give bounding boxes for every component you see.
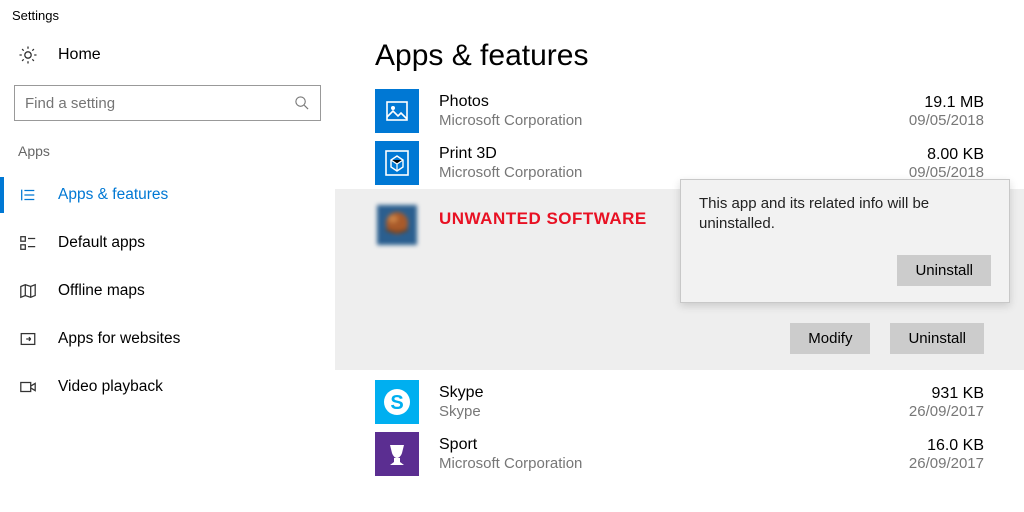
home-nav[interactable]: Home bbox=[0, 45, 335, 85]
uninstall-flyout: This app and its related info will be un… bbox=[680, 179, 1010, 303]
nav-default-apps[interactable]: Default apps bbox=[0, 219, 335, 267]
flyout-message: This app and its related info will be un… bbox=[699, 194, 991, 235]
app-name: Print 3D bbox=[439, 144, 909, 164]
app-text: Photos Microsoft Corporation bbox=[439, 92, 909, 131]
app-meta: 8.00 KB 09/05/2018 bbox=[909, 146, 1004, 181]
section-label: Apps bbox=[0, 143, 335, 171]
nav-apps-features[interactable]: Apps & features bbox=[0, 171, 335, 219]
app-publisher: Skype bbox=[439, 403, 909, 422]
map-icon bbox=[18, 281, 38, 301]
action-row: Modify Uninstall bbox=[375, 323, 1004, 354]
uninstall-button[interactable]: Uninstall bbox=[890, 323, 984, 354]
search-input[interactable] bbox=[25, 95, 294, 112]
app-name: Photos bbox=[439, 92, 909, 112]
content-area: Home Apps Apps & features bbox=[0, 31, 1024, 480]
home-label: Home bbox=[58, 46, 101, 64]
list-icon bbox=[18, 185, 38, 205]
video-icon bbox=[18, 377, 38, 397]
app-publisher: Microsoft Corporation bbox=[439, 455, 909, 474]
app-publisher: Microsoft Corporation bbox=[439, 112, 909, 131]
app-size: 16.0 KB bbox=[909, 437, 984, 455]
app-size: 931 KB bbox=[909, 385, 984, 403]
app-date: 09/05/2018 bbox=[909, 164, 984, 181]
modify-button[interactable]: Modify bbox=[790, 323, 870, 354]
sport-icon bbox=[375, 432, 419, 476]
gear-icon bbox=[18, 45, 38, 65]
app-meta: 16.0 KB 26/09/2017 bbox=[909, 437, 1004, 472]
app-text: Print 3D Microsoft Corporation bbox=[439, 144, 909, 183]
app-name: Skype bbox=[439, 383, 909, 403]
search-icon bbox=[294, 95, 310, 111]
print3d-icon bbox=[375, 141, 419, 185]
app-date: 26/09/2017 bbox=[909, 403, 984, 420]
nav-label: Apps & features bbox=[58, 186, 168, 204]
svg-text:S: S bbox=[390, 392, 403, 414]
app-date: 09/05/2018 bbox=[909, 112, 984, 129]
nav-label: Apps for websites bbox=[58, 330, 180, 348]
page-title: Apps & features bbox=[375, 39, 1004, 73]
sidebar: Home Apps Apps & features bbox=[0, 31, 335, 480]
app-name: Sport bbox=[439, 435, 909, 455]
skype-icon: S bbox=[375, 380, 419, 424]
nav-apps-websites[interactable]: Apps for websites bbox=[0, 315, 335, 363]
app-text: Sport Microsoft Corporation bbox=[439, 435, 909, 474]
app-meta: 19.1 MB 09/05/2018 bbox=[909, 94, 1004, 129]
nav-offline-maps[interactable]: Offline maps bbox=[0, 267, 335, 315]
app-size: 19.1 MB bbox=[909, 94, 984, 112]
search-container bbox=[14, 85, 321, 121]
search-box[interactable] bbox=[14, 85, 321, 121]
main-panel: Apps & features Photos Microsoft Corpora… bbox=[335, 31, 1024, 480]
flyout-uninstall-button[interactable]: Uninstall bbox=[897, 255, 991, 286]
nav-label: Default apps bbox=[58, 234, 145, 252]
app-row-sport[interactable]: Sport Microsoft Corporation 16.0 KB 26/0… bbox=[375, 428, 1004, 480]
app-date: 26/09/2017 bbox=[909, 455, 984, 472]
app-row-skype[interactable]: S Skype Skype 931 KB 26/09/2017 bbox=[375, 376, 1004, 428]
unwanted-app-icon bbox=[375, 203, 419, 247]
nav-label: Offline maps bbox=[58, 282, 145, 300]
window-title: Settings bbox=[0, 0, 1024, 31]
photos-icon bbox=[375, 89, 419, 133]
nav-label: Video playback bbox=[58, 378, 163, 396]
app-row-photos[interactable]: Photos Microsoft Corporation 19.1 MB 09/… bbox=[375, 85, 1004, 137]
app-size: 8.00 KB bbox=[909, 146, 984, 164]
app-meta: 931 KB 26/09/2017 bbox=[909, 385, 1004, 420]
open-icon bbox=[18, 329, 38, 349]
defaults-icon bbox=[18, 233, 38, 253]
nav-video-playback[interactable]: Video playback bbox=[0, 363, 335, 411]
app-text: Skype Skype bbox=[439, 383, 909, 422]
